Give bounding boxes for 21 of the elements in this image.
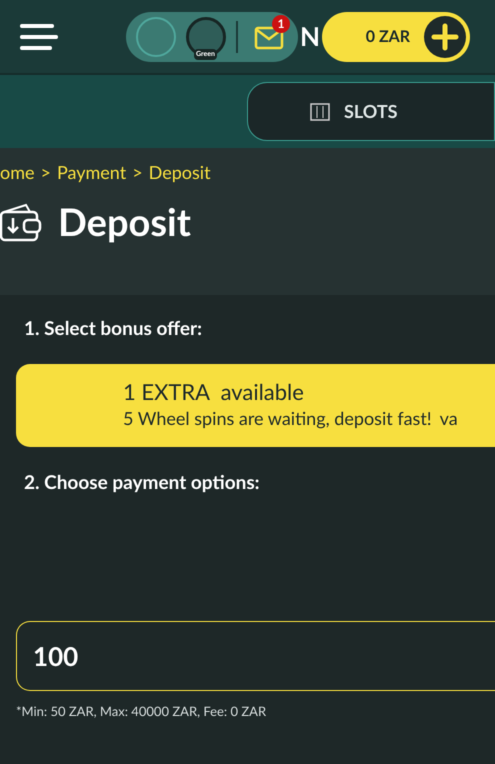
- breadcrumb-link[interactable]: ome: [0, 158, 35, 186]
- notification-badge: 1: [272, 14, 290, 32]
- slot-machine-icon: [310, 102, 330, 120]
- bonus-offer-card[interactable]: 1 EXTRA available 5 Wheel spins are waiting, deposit fast! va: [16, 364, 495, 446]
- breadcrumb-link[interactable]: Payment: [56, 158, 126, 186]
- step-title: 1. Select bonus offer:: [23, 316, 204, 342]
- nav-tab[interactable]: SLOTS: [247, 82, 495, 141]
- breadcrumb-link[interactable]: Deposit: [148, 158, 211, 186]
- bonus-description: 5 Wheel spins are waiting, deposit fast!: [123, 406, 432, 432]
- page-title: Deposit: [58, 203, 191, 241]
- breadcrumb-separator: >: [40, 160, 51, 184]
- balance-pill[interactable]: 0 ZAR: [322, 12, 470, 62]
- logo-text: N: [300, 19, 320, 54]
- breadcrumb-separator: >: [132, 160, 143, 184]
- bonus-title: 1 EXTRA available: [123, 378, 305, 406]
- menu-icon[interactable]: [20, 24, 60, 50]
- step-title: 2. Choose payment options:: [23, 470, 261, 496]
- bonus-extra-text: va: [440, 406, 458, 432]
- amount-input[interactable]: 100: [16, 621, 495, 691]
- plus-icon: [424, 16, 466, 58]
- amount-limits: *Min: 50 ZAR, Max: 40000 ZAR, Fee: 0 ZAR: [16, 702, 268, 721]
